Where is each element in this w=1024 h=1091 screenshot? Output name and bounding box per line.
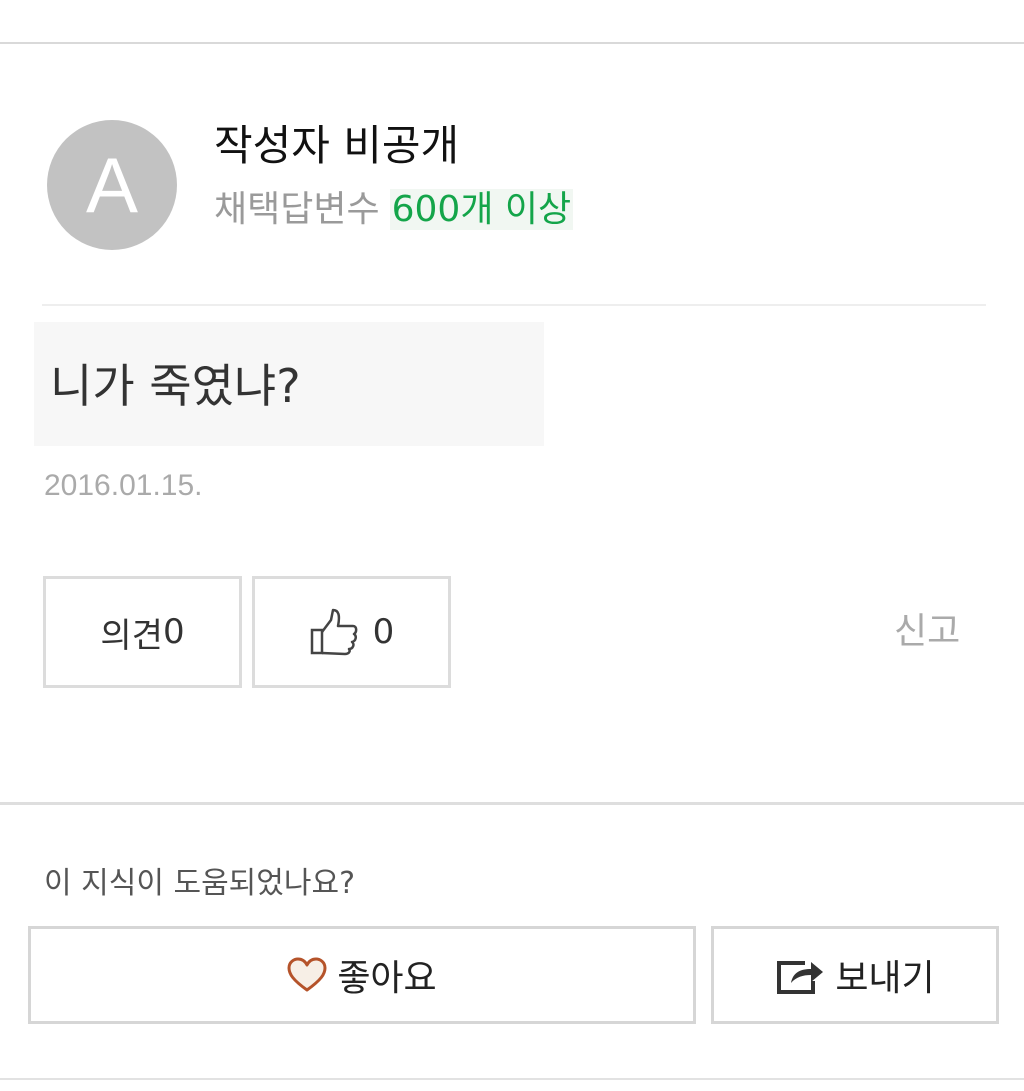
top-divider: [0, 42, 1024, 44]
answer-text: 니가 죽였냐?: [50, 359, 301, 413]
avatar-letter: A: [85, 140, 139, 229]
feedback-divider: [0, 802, 1024, 805]
like-count: 0: [372, 612, 395, 652]
bottom-divider: [0, 1078, 1024, 1080]
answer-page: A 작성자 비공개 채택답변수 600개 이상 니가 죽였냐? 2016.01.1…: [0, 0, 1024, 1091]
author-meta: 채택답변수 600개 이상: [214, 186, 574, 234]
like-answer-label: 좋아요: [337, 958, 437, 999]
thumbs-up-icon: [310, 608, 358, 656]
adopted-answers-count: 600개 이상: [389, 189, 574, 230]
section-divider: [42, 304, 986, 306]
helpful-question: 이 지식이 도움되었나요?: [44, 866, 355, 901]
adopted-answers-label: 채택답변수: [214, 189, 380, 230]
opinion-button[interactable]: 의견 0: [43, 576, 242, 688]
author-name: 작성자 비공개: [214, 121, 460, 170]
heart-icon: [287, 957, 327, 992]
like-answer-button[interactable]: 좋아요: [28, 926, 696, 1024]
send-label: 보내기: [835, 958, 935, 999]
like-button[interactable]: 0: [252, 576, 451, 688]
opinion-count: 0: [162, 612, 185, 652]
avatar: A: [47, 120, 177, 250]
send-button[interactable]: 보내기: [711, 926, 999, 1024]
answer-date: 2016.01.15.: [44, 469, 203, 502]
share-icon: [777, 961, 824, 994]
opinion-label: 의견: [100, 615, 163, 656]
report-link[interactable]: 신고: [894, 610, 960, 654]
